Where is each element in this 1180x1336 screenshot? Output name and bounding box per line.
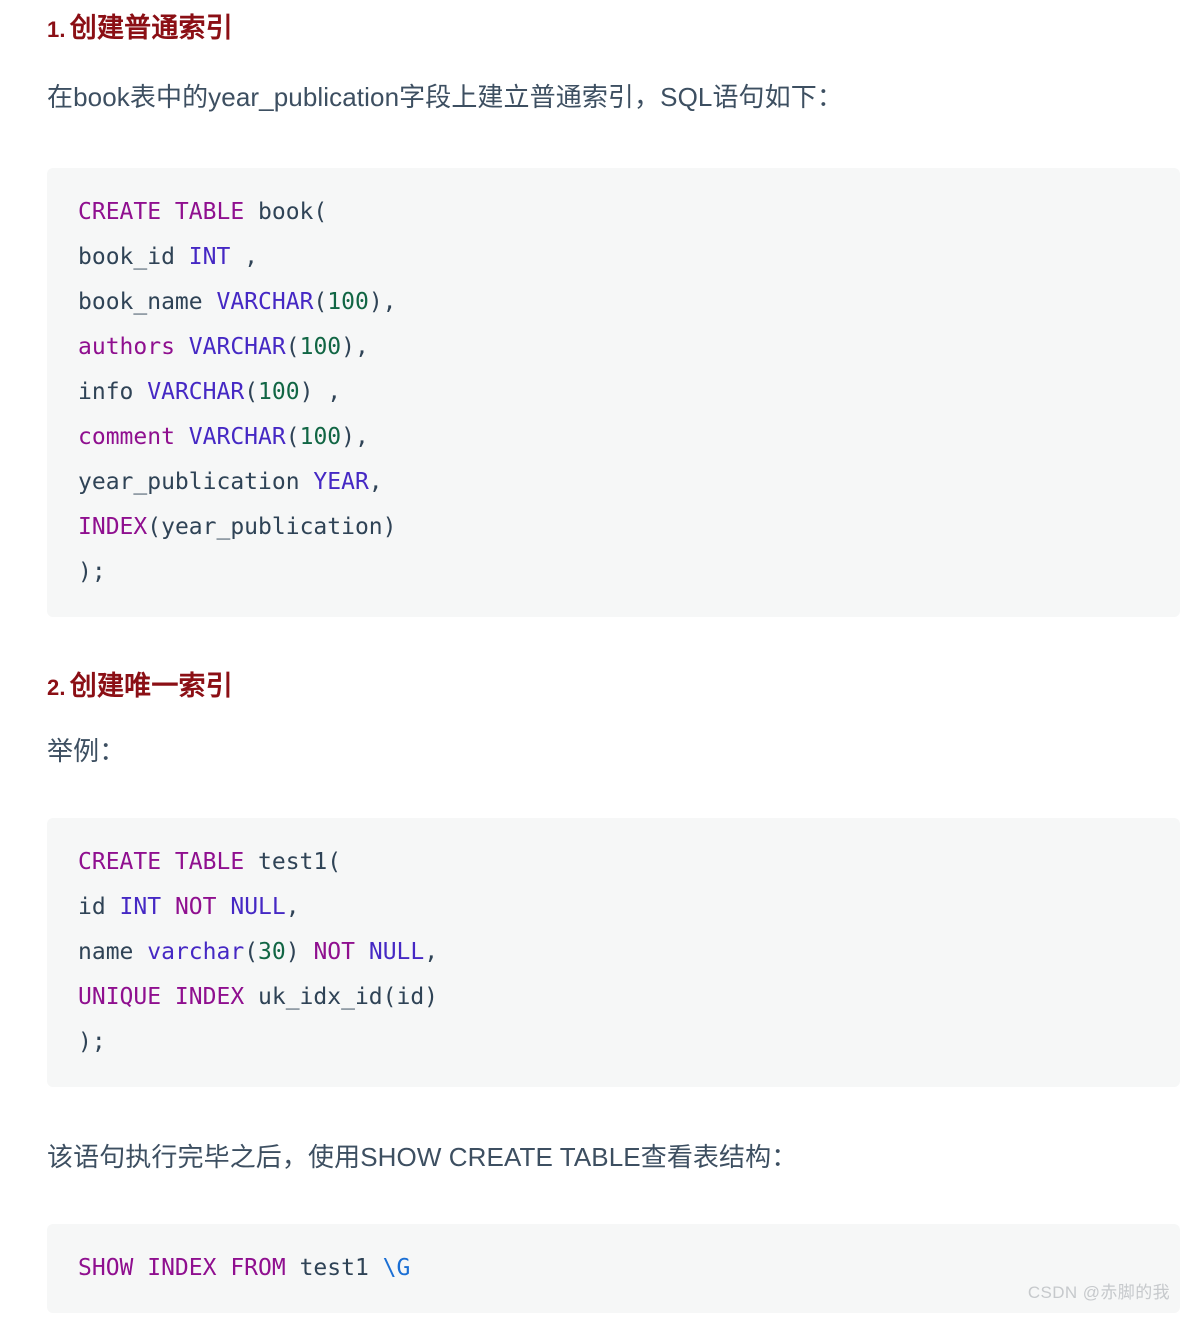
section-paragraph-1: 在book表中的year_publication字段上建立普通索引，SQL语句如… xyxy=(47,81,843,112)
code-block-show-index[interactable]: SHOW INDEX FROM test1 \G xyxy=(47,1223,1180,1313)
code-line: CREATE TABLE book( xyxy=(78,198,328,225)
code-block-unique-index[interactable]: CREATE TABLE test1( id INT NOT NULL, name … xyxy=(47,817,1180,1087)
code-line: info VARCHAR(100) , xyxy=(78,378,342,405)
code-block-create-index[interactable]: CREATE TABLE book( book_id INT , book_name… xyxy=(47,167,1180,617)
code-line: CREATE TABLE test1( xyxy=(78,848,342,875)
section-title-2: 创建唯一索引 xyxy=(69,670,233,701)
section-title-1: 创建普通索引 xyxy=(69,13,233,43)
section-heading-2: 2. 创建唯一索引 xyxy=(47,670,1180,704)
section-number-2: 2. xyxy=(47,674,66,700)
csdn-watermark: CSDN @赤脚的我 xyxy=(1027,1282,1170,1302)
code-line: SHOW INDEX FROM test1 \G xyxy=(78,1254,411,1281)
section-number-1: 1. xyxy=(47,17,66,42)
code-line: ); xyxy=(78,1028,106,1055)
code-line: year_publication YEAR, xyxy=(78,468,383,495)
code-line: book_name VARCHAR(100), xyxy=(78,288,397,315)
code-line: book_id INT , xyxy=(78,243,259,270)
code-line: authors VARCHAR(100), xyxy=(78,333,369,360)
section-heading-1: 1. 创建普通索引 xyxy=(47,0,1180,46)
section-paragraph-3: 该语句执行完毕之后，使用SHOW CREATE TABLE查看表结构： xyxy=(47,1141,798,1172)
code-line: UNIQUE INDEX uk_idx_id(id) xyxy=(78,983,439,1010)
code-line: ); xyxy=(78,558,106,585)
article-body: 1. 创建普通索引 在book表中的year_publication字段上建立普通… xyxy=(0,0,1180,1313)
section-paragraph-2: 举例： xyxy=(47,735,126,766)
code-line: INDEX(year_publication) xyxy=(78,513,397,540)
code-line: comment VARCHAR(100), xyxy=(78,423,369,450)
code-line: id INT NOT NULL, xyxy=(78,893,300,920)
code-line: name varchar(30) NOT NULL, xyxy=(78,938,439,965)
